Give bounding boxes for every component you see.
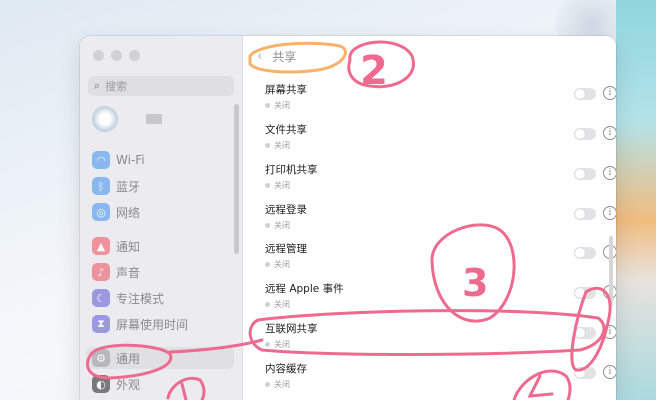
sidebar-item-network[interactable]: ◎ 网络	[92, 203, 140, 221]
row-title: 远程 Apple 事件	[265, 283, 344, 295]
row-title: 互联网共享	[265, 323, 318, 335]
sidebar: ⌕ 搜索 ◠ Wi-Fi ᛒ 蓝牙 ◎ 网络 ▲ 通知 ♪ 声音 ☾ 专注模式 …	[80, 36, 243, 400]
toggle-switch[interactable]	[574, 88, 596, 100]
sharing-row-file: 文件共享 关闭 i	[265, 122, 616, 151]
info-icon[interactable]: i	[603, 126, 616, 140]
row-title: 远程登录	[265, 204, 307, 216]
gear-icon: ⚙	[92, 349, 110, 367]
search-placeholder: 搜索	[105, 80, 128, 93]
bell-icon: ▲	[92, 237, 110, 255]
wifi-icon: ◠	[92, 151, 110, 169]
sidebar-item-label: 蓝牙	[116, 179, 141, 194]
globe-icon: ◎	[92, 203, 110, 221]
info-icon[interactable]: i	[603, 365, 616, 379]
sharing-row-remote-login: 远程登录 关闭 i	[265, 202, 616, 231]
sidebar-item-label: 网络	[116, 205, 141, 220]
toggle-switch[interactable]	[574, 208, 596, 220]
toggle-switch[interactable]	[574, 287, 596, 299]
sidebar-item-label: 外观	[116, 377, 141, 392]
sidebar-item-label: 屏幕使用时间	[116, 317, 189, 332]
toggle-switch[interactable]	[574, 128, 596, 140]
toggle-switch[interactable]	[574, 327, 596, 339]
sidebar-item-label: 声音	[116, 265, 141, 280]
info-icon[interactable]: i	[603, 325, 616, 339]
sidebar-item-label: 通用	[116, 351, 141, 366]
minimize-button[interactable]	[111, 50, 122, 61]
avatar	[92, 106, 118, 132]
sidebar-item-focus[interactable]: ☾ 专注模式	[92, 289, 164, 307]
info-icon[interactable]: i	[603, 86, 616, 100]
page-title: 共享	[272, 50, 297, 64]
sharing-row-remote-apple-events: 远程 Apple 事件 关闭 i	[265, 281, 616, 310]
sidebar-item-bluetooth[interactable]: ᛒ 蓝牙	[92, 177, 140, 195]
row-title: 屏幕共享	[265, 84, 307, 96]
settings-window: ⌕ 搜索 ◠ Wi-Fi ᛒ 蓝牙 ◎ 网络 ▲ 通知 ♪ 声音 ☾ 专注模式 …	[80, 36, 616, 400]
zoom-button[interactable]	[129, 50, 140, 61]
speaker-icon: ♪	[92, 263, 110, 281]
sharing-row-printer: 打印机共享 关闭 i	[265, 162, 616, 191]
info-icon[interactable]: i	[603, 166, 616, 180]
main-pane: ‹ 共享 屏幕共享 关闭 i 文件共享 关闭 i 打印机共享 关闭 i 远程登录…	[243, 36, 616, 400]
row-status: 关闭	[265, 180, 595, 191]
search-icon: ⌕	[94, 79, 101, 92]
sidebar-item-sound[interactable]: ♪ 声音	[92, 263, 140, 281]
row-title: 远程管理	[265, 243, 307, 255]
apple-account[interactable]	[92, 106, 162, 132]
main-scrollbar[interactable]	[609, 236, 613, 306]
back-chevron-icon[interactable]: ‹	[257, 49, 262, 64]
sidebar-item-label: Wi-Fi	[116, 153, 145, 167]
info-icon[interactable]: i	[603, 206, 616, 220]
sidebar-item-appearance[interactable]: ◐ 外观	[92, 375, 140, 393]
sidebar-item-wifi[interactable]: ◠ Wi-Fi	[92, 151, 145, 169]
moon-icon: ☾	[92, 289, 110, 307]
toggle-switch[interactable]	[574, 367, 596, 379]
row-title: 文件共享	[265, 124, 307, 136]
row-status: 关闭	[265, 140, 595, 151]
account-name-redacted	[146, 114, 162, 124]
search-input[interactable]: ⌕ 搜索	[88, 76, 234, 96]
row-status: 关闭	[265, 259, 595, 270]
sharing-row-content-caching: 内容缓存 关闭 i	[265, 361, 616, 390]
toggle-switch[interactable]	[574, 168, 596, 180]
sharing-row-screen: 屏幕共享 关闭 i	[265, 82, 616, 111]
pane-header: ‹ 共享	[257, 48, 296, 65]
row-status: 关闭	[265, 379, 595, 390]
sharing-row-internet: 互联网共享 关闭 i	[265, 321, 616, 350]
row-status: 关闭	[265, 339, 595, 350]
row-title: 内容缓存	[265, 363, 307, 375]
sidebar-item-label: 专注模式	[116, 291, 165, 306]
sidebar-item-general[interactable]: ⚙ 通用	[86, 347, 234, 369]
appearance-icon: ◐	[92, 375, 110, 393]
row-status: 关闭	[265, 299, 595, 310]
hourglass-icon: ⧗	[92, 315, 110, 333]
window-controls	[93, 50, 140, 61]
sidebar-scrollbar[interactable]	[234, 104, 239, 254]
bluetooth-icon: ᛒ	[92, 177, 110, 195]
sidebar-item-label: 通知	[116, 239, 141, 254]
close-button[interactable]	[93, 50, 104, 61]
row-status: 关闭	[265, 220, 595, 231]
toggle-switch[interactable]	[574, 247, 596, 259]
sidebar-item-screen-time[interactable]: ⧗ 屏幕使用时间	[92, 315, 188, 333]
row-title: 打印机共享	[265, 164, 318, 176]
sidebar-item-notifications[interactable]: ▲ 通知	[92, 237, 140, 255]
row-status: 关闭	[265, 100, 595, 111]
sharing-row-remote-management: 远程管理 关闭 i	[265, 241, 616, 270]
